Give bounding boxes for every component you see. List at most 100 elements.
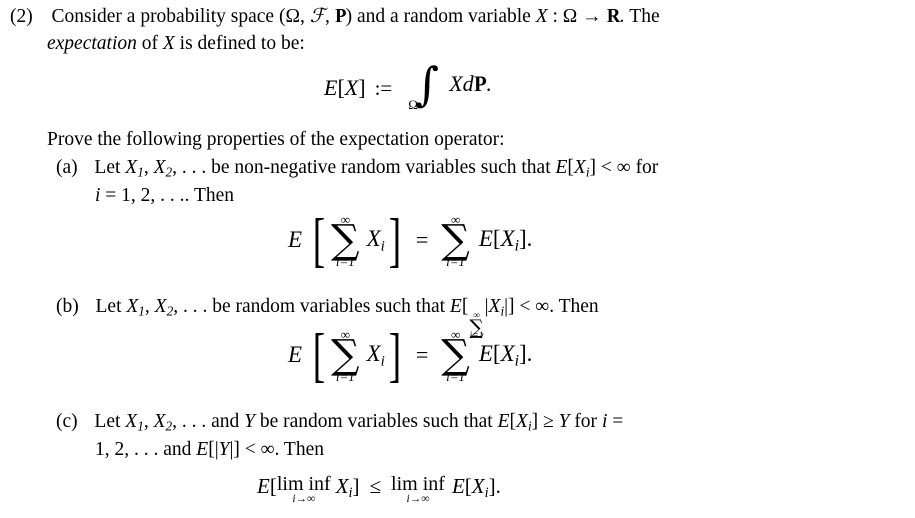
integral-symbol-group: ∫ Ω [407, 61, 439, 111]
sum-a-lhs-E: E [288, 227, 303, 253]
part-a-ellipsis: , . . . [172, 157, 207, 178]
part-c-sep1: , [143, 411, 154, 432]
sum-b-rhs-sigma: ∑ [441, 332, 470, 378]
liminf-lhs-subscript: i→∞ [292, 493, 316, 505]
part-b-sep1: , [144, 296, 155, 317]
blackboard-r-symbol: R [607, 7, 621, 27]
sum-a-arg-x: X [366, 225, 381, 251]
part-b-sub1: 1 [138, 303, 145, 319]
sum-b-arg-x: X [366, 340, 381, 366]
part-a-then: Then [189, 185, 235, 206]
sum-a-rhs-open: [ [492, 225, 501, 251]
liminf-rhs-open: [ [464, 474, 472, 498]
part-c-text-a: Let [94, 411, 126, 432]
intro-text-c: . The [619, 6, 660, 27]
integral-lhs-E: E [324, 75, 338, 101]
part-c-text-c: for [569, 411, 602, 432]
part-c-text-b2: be random variables such that [255, 411, 498, 432]
part-c-cond-y: Y [558, 411, 570, 432]
part-b-cond-x: X [488, 296, 501, 317]
omega-symbol-2: Ω [562, 6, 578, 27]
part-b-cond-inf: ∞ [535, 296, 550, 317]
liminf-rhs-operator: lim inf [391, 473, 445, 495]
sum-a-rhs-close: ] [519, 225, 527, 251]
part-c-y: Y [218, 439, 230, 460]
part-c-then: . Then [274, 439, 324, 460]
sum-b-arg-sub: i [380, 351, 385, 369]
part-c-idx-eq: = [607, 411, 624, 432]
liminf-lhs-close: ] [352, 474, 360, 498]
problem-number: (2) [10, 6, 33, 27]
part-b-cond-E: E [449, 296, 462, 317]
prove-prompt-text: Prove the following properties of the ex… [47, 129, 505, 150]
integral-lhs-bracket-open: [ [337, 75, 345, 101]
sum-b-rhs-x: X [500, 340, 515, 366]
liminf-lhs-operator: lim inf [276, 473, 331, 495]
sum-b-lhs-lower: i=1 [335, 368, 355, 384]
part-a-text-c: for [630, 157, 659, 178]
arrow-symbol: → [577, 6, 607, 27]
part-c-vals: 1, 2, . . . [95, 439, 159, 460]
sum-a-lhs-lower: i=1 [335, 253, 355, 269]
display-equation-liminf: E[ lim inf i→∞ Xi] ≤ lim inf i→∞ E[Xi]. [257, 474, 501, 506]
part-c-var-y: Y [244, 411, 255, 432]
part-a-x2: X [153, 157, 166, 178]
blackboard-p-symbol: P [335, 7, 347, 27]
liminf-lhs-E: E [257, 474, 270, 498]
liminf-lhs-open: [ [269, 474, 277, 498]
integrand-d: d [462, 71, 474, 97]
sum-a-arg: Xi [367, 226, 385, 255]
sum-a-lhs-sigma-group: ∞ ∑ i=1 [331, 213, 360, 268]
sum-a-lhs-sigma: ∑ [331, 217, 360, 263]
problem-line-2: expectation of X is defined to be: [47, 34, 305, 54]
part-c-x1: X [125, 411, 138, 432]
sum-b-rhs-expr: E[Xi]. [479, 341, 533, 370]
sum-b-lhs-sigma-group: ∞ ∑ i=1 [331, 328, 360, 383]
part-a-cond-lt: < [596, 157, 617, 178]
part-a-cond-x: X [573, 157, 586, 178]
sum-a-rhs-E: E [478, 225, 493, 251]
sum-b-arg: Xi [367, 341, 385, 370]
liminf-period: . [495, 474, 501, 498]
variable-x-2: X [162, 33, 175, 54]
part-c-ellipsis: , . . . [172, 411, 207, 432]
problem-line-1: (2) Consider a probability space (Ω, ℱ, … [10, 6, 660, 27]
part-c-x2: X [153, 411, 166, 432]
sum-b-rhs-lower: i=1 [446, 368, 466, 384]
sum-a-rhs-expr: E[Xi]. [479, 226, 533, 255]
part-a-x1: X [125, 157, 138, 178]
sum-b-rhs-E: E [478, 340, 493, 366]
prove-prompt: Prove the following properties of the ex… [47, 130, 505, 150]
liminf-rhs-group: lim inf i→∞ [391, 474, 445, 506]
integrand-blackboard-p: P [474, 71, 488, 97]
part-c-cond-ge: ≥ [538, 411, 559, 432]
part-a-index-vals: 1, 2, . . .. [121, 185, 190, 206]
liminf-rhs-E: E [451, 474, 465, 498]
part-b-label: (b) [56, 296, 79, 317]
sum-b-equals: = [415, 342, 429, 368]
liminf-rhs-close: ] [488, 474, 496, 498]
part-b-x2: X [154, 296, 167, 317]
sum-a-rhs-x: X [500, 225, 515, 251]
part-b-x1: X [126, 296, 139, 317]
part-b-ellipsis: , . . . [173, 296, 208, 317]
part-c-E: E [196, 439, 209, 460]
comma-1: , [299, 6, 310, 27]
sum-a-period: . [526, 225, 533, 251]
liminf-lhs-x: X [335, 474, 349, 498]
part-b-cond-open: [ [461, 296, 469, 317]
part-c-label: (c) [56, 411, 78, 432]
part-b-text-a: Let [95, 296, 127, 317]
script-f-symbol: ℱ [309, 4, 326, 27]
sum-b-bracket-close: ] [388, 321, 402, 388]
part-b-text-c: . Then [549, 296, 599, 317]
liminf-lhs-group: lim inf i→∞ [277, 474, 331, 506]
part-a-sep1: , [143, 157, 154, 178]
part-c-line-1: (c) Let X1, X2, . . . and Y be random va… [56, 412, 623, 433]
part-a-line-2: i = 1, 2, . . .. Then [95, 186, 234, 206]
part-a-index-eq: = [100, 185, 122, 206]
part-a-sub1: 1 [137, 164, 144, 180]
part-a-cond-inf: ∞ [616, 157, 631, 178]
part-a-line-1: (a) Let X1, X2, . . . be non-negative ra… [56, 158, 658, 179]
sum-a-bracket-close: ] [388, 206, 402, 273]
